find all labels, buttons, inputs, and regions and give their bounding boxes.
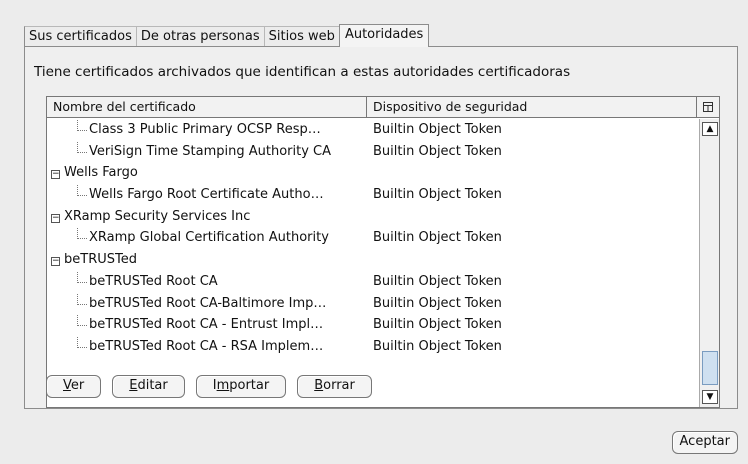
- security-device: Builtin Object Token: [373, 187, 502, 203]
- view-label-rest: er: [70, 378, 85, 393]
- certificate-name: beTRUSTed Root CA-Baltimore Imp…: [47, 292, 369, 315]
- table-row[interactable]: beTRUSTed Root CA-Baltimore Imp… Builtin…: [47, 292, 699, 315]
- certificate-name: Class 3 Public Primary OCSP Resp…: [47, 119, 369, 141]
- table-row[interactable]: Class 3 Public Primary OCSP Resp… Builti…: [47, 119, 699, 141]
- delete-label-rest: orrar: [323, 378, 355, 393]
- edit-label-rest: ditar: [137, 378, 168, 393]
- group-label: XRamp Security Services Inc: [64, 208, 251, 224]
- table-row[interactable]: XRamp Global Certification Authority Bui…: [47, 227, 699, 249]
- certificate-name: beTRUSTed Root CA: [47, 270, 369, 293]
- certificate-name: beTRUSTed Root CA - RSA Implem…: [47, 335, 369, 358]
- certificate-tree[interactable]: Nombre del certificado Dispositivo de se…: [46, 96, 720, 408]
- view-button[interactable]: Ver: [46, 375, 102, 398]
- view-mnemonic: V: [63, 378, 71, 393]
- group-name: − XRamp Security Services Inc: [47, 206, 369, 228]
- collapse-icon[interactable]: −: [51, 213, 60, 223]
- security-device: Builtin Object Token: [373, 295, 502, 311]
- import-label-rest: portar: [229, 378, 270, 393]
- tab-bar: Sus certificados De otras personas Sitio…: [24, 24, 430, 47]
- table-row[interactable]: beTRUSTed Root CA - Entrust Impl… Builti…: [47, 314, 699, 336]
- vertical-scrollbar[interactable]: ▲ ▼: [699, 119, 719, 407]
- collapse-icon[interactable]: −: [51, 170, 60, 180]
- group-label: beTRUSTed: [64, 252, 137, 268]
- import-mnemonic: m: [216, 378, 230, 393]
- tree-rows: Class 3 Public Primary OCSP Resp… Builti…: [47, 119, 699, 407]
- security-device: Builtin Object Token: [373, 143, 502, 159]
- security-device: Builtin Object Token: [373, 122, 502, 137]
- certificate-name: XRamp Global Certification Authority: [47, 227, 369, 249]
- panel-description: Tiene certificados archivados que identi…: [34, 64, 571, 80]
- certificate-name: VeriSign Time Stamping Authority CA: [47, 140, 369, 163]
- tree-header: Nombre del certificado Dispositivo de se…: [47, 97, 719, 118]
- delete-button[interactable]: Borrar: [297, 375, 372, 398]
- delete-mnemonic: B: [314, 378, 324, 393]
- security-device: Builtin Object Token: [373, 317, 502, 333]
- group-name: − Wells Fargo: [47, 162, 369, 184]
- certificate-name: Wells Fargo Root Certificate Autho…: [47, 184, 369, 206]
- collapse-icon[interactable]: −: [51, 257, 60, 267]
- column-picker-icon[interactable]: [697, 97, 719, 117]
- certificate-name: beTRUSTed Root CA - Entrust Impl…: [47, 314, 369, 336]
- table-row-group[interactable]: − XRamp Security Services Inc: [47, 206, 699, 228]
- security-device: Builtin Object Token: [373, 338, 502, 354]
- scroll-down-icon[interactable]: ▼: [702, 390, 718, 404]
- security-device: Builtin Object Token: [373, 273, 502, 289]
- column-header-security-device[interactable]: Dispositivo de seguridad: [367, 97, 697, 117]
- tab-other-people[interactable]: De otras personas: [135, 26, 264, 47]
- table-row[interactable]: Wells Fargo Root Certificate Autho… Buil…: [47, 184, 699, 206]
- ok-button[interactable]: Aceptar: [671, 431, 738, 454]
- authorities-panel: Tiene certificados archivados que identi…: [24, 46, 738, 409]
- edit-button[interactable]: Editar: [112, 375, 185, 398]
- group-label: Wells Fargo: [64, 165, 138, 181]
- scrollbar-thumb[interactable]: [702, 351, 718, 385]
- tab-your-certificates[interactable]: Sus certificados: [24, 26, 136, 47]
- table-row-group[interactable]: − beTRUSTed: [47, 249, 699, 271]
- group-name: − beTRUSTed: [47, 249, 369, 271]
- security-device: Builtin Object Token: [373, 230, 502, 246]
- table-row[interactable]: VeriSign Time Stamping Authority CA Buil…: [47, 140, 699, 163]
- table-row[interactable]: beTRUSTed Root CA Builtin Object Token: [47, 270, 699, 293]
- table-row[interactable]: beTRUSTed Root CA - RSA Implem… Builtin …: [47, 335, 699, 358]
- tab-authorities[interactable]: Autoridades: [338, 24, 430, 47]
- import-button[interactable]: Importar: [195, 375, 287, 398]
- column-header-certificate-name[interactable]: Nombre del certificado: [47, 97, 367, 117]
- scroll-up-icon[interactable]: ▲: [702, 122, 718, 136]
- tab-websites[interactable]: Sitios web: [263, 26, 339, 47]
- table-row-group[interactable]: − Wells Fargo: [47, 162, 699, 184]
- action-buttons: Ver Editar Importar Borrar: [46, 375, 383, 398]
